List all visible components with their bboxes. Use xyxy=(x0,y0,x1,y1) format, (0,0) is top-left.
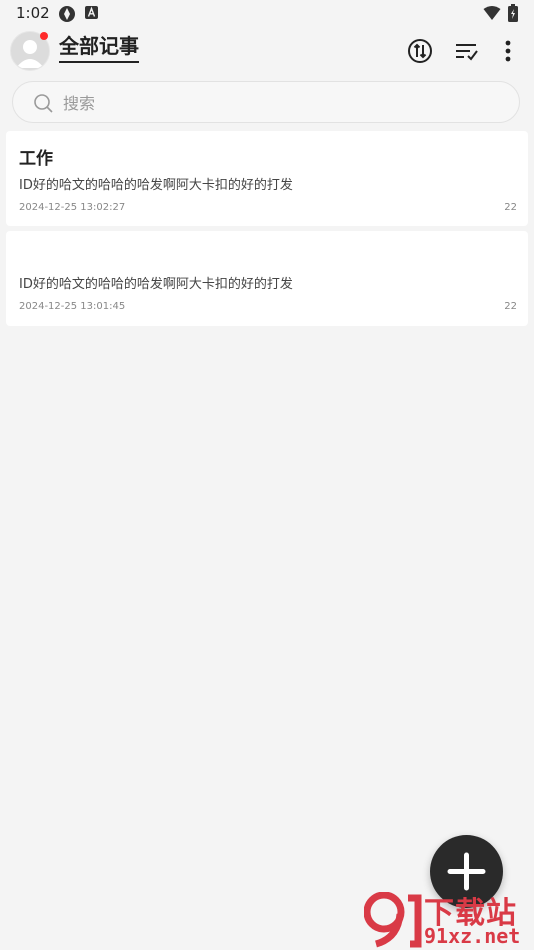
search-box[interactable] xyxy=(12,81,520,123)
notification-dot xyxy=(40,32,48,40)
watermark-logo xyxy=(364,892,422,948)
status-bar: 1:02 xyxy=(0,0,534,28)
note-body: ID好的哈文的哈哈的哈发啊阿大卡扣的好的打发 xyxy=(19,178,293,193)
watermark-text-bottom: 91xz.net xyxy=(424,924,521,948)
a-badge-icon xyxy=(85,6,98,19)
sync-icon[interactable] xyxy=(406,37,434,65)
note-count: 22 xyxy=(504,202,517,213)
app-header: 全部记事 xyxy=(0,28,534,76)
note-date: 2024-12-25 13:01:45 xyxy=(19,301,126,312)
page-title[interactable]: 全部记事 xyxy=(59,34,139,63)
note-count: 22 xyxy=(504,301,517,312)
more-vertical-icon[interactable] xyxy=(494,37,522,65)
search-input[interactable] xyxy=(61,90,485,116)
search-icon xyxy=(34,94,53,113)
battery-icon xyxy=(508,4,518,22)
note-date: 2024-12-25 13:02:27 xyxy=(19,202,126,213)
note-title: 工作 xyxy=(19,149,53,169)
note-card[interactable]: ID好的哈文的哈哈的哈发啊阿大卡扣的好的打发 2024-12-25 13:01:… xyxy=(6,231,528,326)
watermark: 下载站 91xz.net xyxy=(362,886,534,950)
status-time: 1:02 xyxy=(16,4,50,22)
wifi-icon xyxy=(483,6,501,20)
sync-status-icon xyxy=(59,6,75,22)
sort-icon[interactable] xyxy=(453,37,481,65)
note-body: ID好的哈文的哈哈的哈发啊阿大卡扣的好的打发 xyxy=(19,277,293,292)
note-card[interactable]: 工作 ID好的哈文的哈哈的哈发啊阿大卡扣的好的打发 2024-12-25 13:… xyxy=(6,131,528,226)
